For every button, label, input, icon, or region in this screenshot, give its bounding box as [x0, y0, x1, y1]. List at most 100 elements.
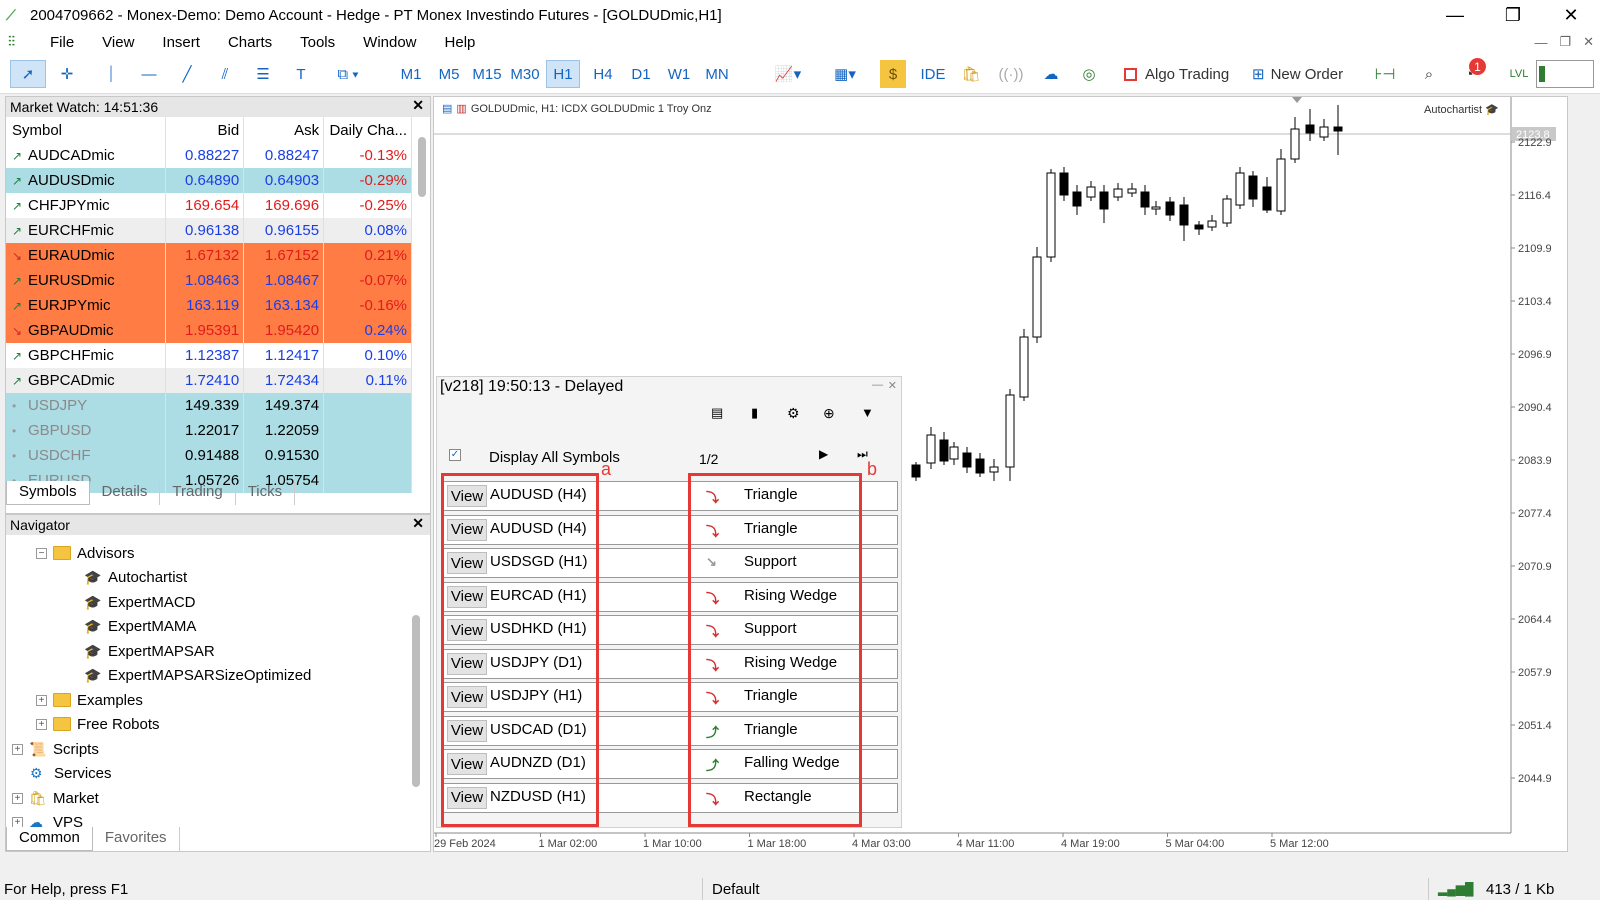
- col-symbol[interactable]: Symbol: [6, 117, 167, 143]
- col-bid[interactable]: Bid: [165, 117, 245, 143]
- list-icon[interactable]: ▤: [711, 405, 723, 421]
- notifications-icon[interactable]: ◔ 1: [1452, 58, 1486, 88]
- market-watch-row[interactable]: ↗ EURCHFmic 0.96138 0.96155 0.08%: [6, 218, 412, 243]
- status-profile[interactable]: Default: [712, 881, 760, 898]
- tf-d1[interactable]: D1: [624, 60, 658, 88]
- expand-icon[interactable]: +: [12, 792, 23, 804]
- market-watch-scrollbar[interactable]: [418, 137, 426, 197]
- navigator-close-icon[interactable]: ✕: [412, 515, 424, 532]
- nav-freerobots[interactable]: + Free Robots: [36, 712, 160, 736]
- save-icon[interactable]: ▮: [751, 405, 758, 421]
- tf-h4[interactable]: H4: [586, 60, 620, 88]
- nav-scripts[interactable]: + 📜 Scripts: [12, 737, 99, 761]
- market-watch-row[interactable]: ↗ GBPCHFmic 1.12387 1.12417 0.10%: [6, 343, 412, 368]
- market-watch-row[interactable]: ↗ AUDCADmic 0.88227 0.88247 -0.13%: [6, 143, 412, 168]
- market-bag-icon[interactable]: 🛍: [958, 60, 984, 88]
- tab-trading[interactable]: Trading: [160, 481, 236, 505]
- channel-icon[interactable]: ⫽: [210, 60, 240, 88]
- expand-icon[interactable]: +: [12, 743, 23, 755]
- menu-help[interactable]: Help: [431, 34, 490, 51]
- menu-charts[interactable]: Charts: [214, 34, 286, 51]
- autochartist-minimize-icon[interactable]: —: [872, 379, 883, 391]
- tab-details[interactable]: Details: [90, 481, 161, 505]
- market-watch-row[interactable]: • USDCHF 0.91488 0.91530: [6, 443, 412, 468]
- expand-icon[interactable]: +: [36, 694, 47, 706]
- tab-ticks[interactable]: Ticks: [236, 481, 296, 505]
- col-daily-change[interactable]: Daily Cha...: [323, 117, 412, 143]
- market-watch-row[interactable]: ↗ AUDUSDmic 0.64890 0.64903 -0.29%: [6, 168, 412, 193]
- vps-icon[interactable]: ◎: [1074, 60, 1104, 88]
- tf-m1[interactable]: M1: [394, 60, 428, 88]
- expand-icon[interactable]: +: [12, 816, 23, 828]
- tf-h1[interactable]: H1: [546, 60, 580, 88]
- navigator-scrollbar[interactable]: [412, 615, 420, 787]
- fibonacci-icon[interactable]: ☰: [248, 60, 278, 88]
- tf-w1[interactable]: W1: [662, 60, 696, 88]
- vertical-line-icon[interactable]: ⏐: [96, 60, 126, 88]
- nav-expertmacd[interactable]: 🎓 ExpertMACD: [84, 590, 196, 614]
- market-watch-row[interactable]: ↗ GBPCADmic 1.72410 1.72434 0.11%: [6, 368, 412, 393]
- tf-mn[interactable]: MN: [700, 60, 734, 88]
- nav-expertmapsar[interactable]: 🎓 ExpertMAPSAR: [84, 639, 215, 663]
- market-watch-row[interactable]: ↗ EURUSDmic 1.08463 1.08467 -0.07%: [6, 268, 412, 293]
- shapes-icon[interactable]: ⧉ ▾: [324, 60, 372, 88]
- expand-icon[interactable]: +: [36, 718, 47, 730]
- algo-trading-button[interactable]: Algo Trading: [1124, 60, 1244, 88]
- chart-type-icon[interactable]: 📈▾: [766, 60, 810, 88]
- search-icon[interactable]: ⌕: [1414, 60, 1444, 88]
- menu-view[interactable]: View: [88, 34, 148, 51]
- child-minimize-icon[interactable]: —: [1534, 35, 1547, 50]
- nav-services[interactable]: ⚙ Services: [30, 761, 112, 785]
- nav-expertmapsarsize[interactable]: 🎓 ExpertMAPSARSizeOptimized: [84, 663, 311, 687]
- market-watch-row[interactable]: • USDJPY 149.339 149.374: [6, 393, 412, 418]
- globe-icon[interactable]: ⊕: [823, 405, 835, 422]
- close-button[interactable]: ✕: [1542, 0, 1600, 30]
- next-page-icon[interactable]: ▶: [819, 447, 828, 461]
- market-watch-row[interactable]: • GBPUSD 1.22017 1.22059: [6, 418, 412, 443]
- menu-window[interactable]: Window: [349, 34, 430, 51]
- tf-m30[interactable]: M30: [508, 60, 542, 88]
- depth-icon[interactable]: ⊦⊣: [1370, 60, 1400, 88]
- chart-menu-icon[interactable]: ▤: [442, 102, 452, 115]
- child-restore-icon[interactable]: ❐: [1559, 34, 1571, 50]
- trendline-icon[interactable]: ╱: [172, 60, 202, 88]
- tf-m5[interactable]: M5: [432, 60, 466, 88]
- tf-m15[interactable]: M15: [470, 60, 504, 88]
- market-watch-row[interactable]: ↗ EURJPYmic 163.119 163.134 -0.16%: [6, 293, 412, 318]
- col-ask[interactable]: Ask: [243, 117, 325, 143]
- nav-advisors[interactable]: − Advisors: [36, 541, 135, 565]
- autochartist-close-icon[interactable]: ✕: [888, 379, 897, 392]
- display-all-checkbox[interactable]: ✓: [449, 449, 461, 461]
- minimize-button[interactable]: —: [1426, 0, 1484, 30]
- menu-file[interactable]: File: [36, 34, 88, 51]
- cloud-icon[interactable]: ☁: [1036, 60, 1066, 88]
- tab-favorites[interactable]: Favorites: [93, 827, 180, 851]
- menu-tools[interactable]: Tools: [286, 34, 349, 51]
- tab-common[interactable]: Common: [6, 827, 93, 851]
- restore-button[interactable]: ❐: [1484, 0, 1542, 30]
- market-watch-row[interactable]: ↘ EURAUDmic 1.67132 1.67152 0.21%: [6, 243, 412, 268]
- crosshair-icon[interactable]: ✛: [52, 60, 82, 88]
- ide-button[interactable]: IDE: [918, 60, 948, 88]
- menu-insert[interactable]: Insert: [148, 34, 214, 51]
- filter-icon[interactable]: ▼: [861, 405, 874, 420]
- nav-market[interactable]: + 🛍 Market: [12, 786, 99, 810]
- market-watch-row[interactable]: ↗ CHFJPYmic 169.654 169.696 -0.25%: [6, 193, 412, 218]
- new-order-button[interactable]: ⊞ New Order: [1252, 60, 1358, 88]
- child-close-icon[interactable]: ✕: [1583, 34, 1594, 50]
- signals-icon[interactable]: ((·)): [996, 60, 1026, 88]
- indicators-icon[interactable]: ▦▾: [822, 60, 868, 88]
- settings-gear-icon[interactable]: ⚙: [787, 405, 800, 422]
- cursor-icon[interactable]: ➚: [10, 60, 46, 88]
- market-watch-close-icon[interactable]: ✕: [412, 97, 424, 114]
- chart-trade-icon[interactable]: ▥: [456, 102, 466, 115]
- dollar-icon[interactable]: $: [880, 60, 906, 88]
- nav-examples[interactable]: + Examples: [36, 688, 143, 712]
- market-watch-row[interactable]: ↘ GBPAUDmic 1.95391 1.95420 0.24%: [6, 318, 412, 343]
- text-icon[interactable]: T: [286, 60, 316, 88]
- nav-autochartist[interactable]: 🎓 Autochartist: [84, 565, 187, 589]
- horizontal-line-icon[interactable]: ―: [134, 60, 164, 88]
- nav-expertmama[interactable]: 🎓 ExpertMAMA: [84, 614, 196, 638]
- collapse-icon[interactable]: −: [36, 547, 47, 559]
- tab-symbols[interactable]: Symbols: [6, 481, 90, 505]
